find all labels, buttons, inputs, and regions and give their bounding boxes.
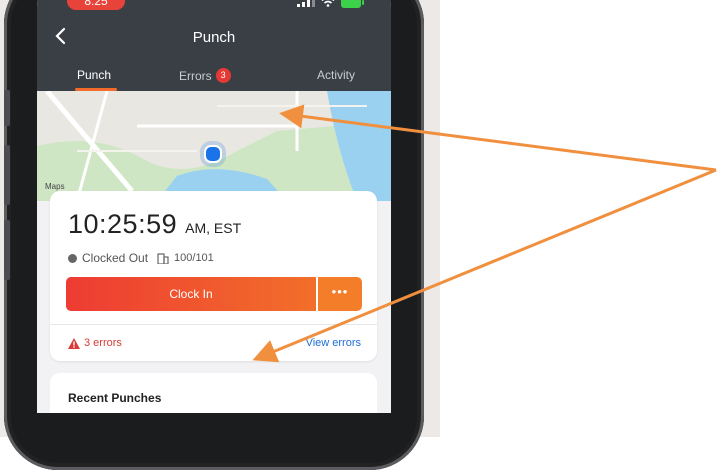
annotation-arrow-errors-tab — [279, 104, 717, 172]
annotation-arrow-errors-summary — [252, 168, 717, 363]
annotation-arrows — [252, 104, 717, 363]
